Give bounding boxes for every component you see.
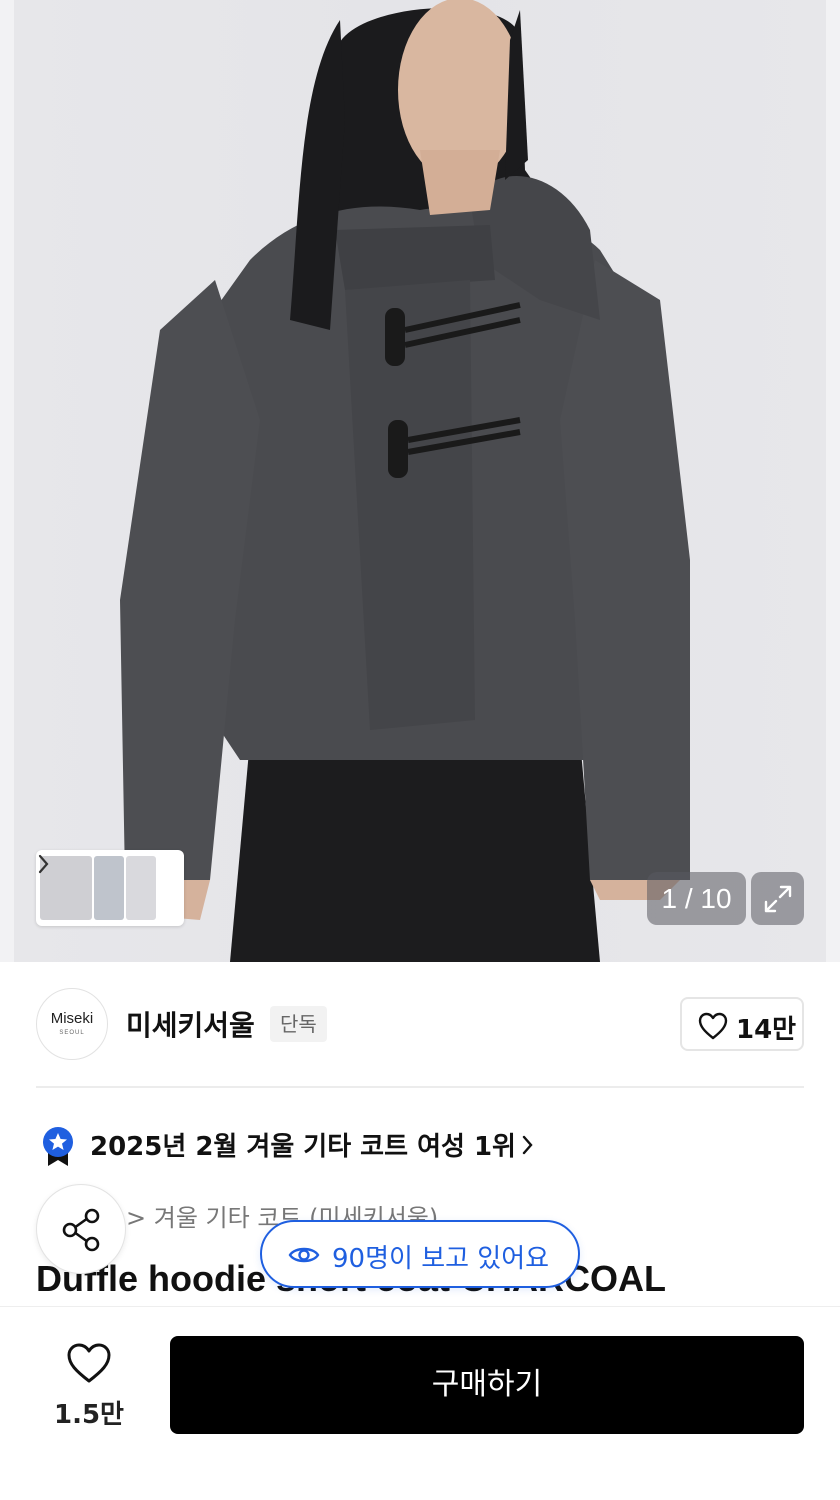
exclusive-badge: 단독 bbox=[270, 1006, 327, 1042]
thumbnail-image[interactable] bbox=[126, 856, 156, 920]
wishlist-button[interactable]: 1.5만 bbox=[36, 1338, 142, 1434]
buy-button[interactable]: 구매하기 bbox=[170, 1336, 804, 1434]
share-icon bbox=[62, 1208, 100, 1252]
product-photo bbox=[120, 0, 690, 962]
brand-name[interactable]: 미세키서울 bbox=[126, 1004, 255, 1044]
viewers-text: 90명이 보고 있어요 bbox=[332, 1244, 550, 1274]
rank-badge-icon bbox=[43, 1127, 73, 1166]
divider bbox=[36, 1086, 804, 1088]
chevron-right-icon[interactable] bbox=[36, 850, 52, 878]
product-image[interactable]: 1 / 10 bbox=[0, 0, 840, 962]
brand-logo[interactable]: Miseki SEOUL bbox=[36, 988, 108, 1060]
brand-like-count: 14만 bbox=[736, 1015, 797, 1045]
eye-icon bbox=[288, 1247, 320, 1263]
expand-button[interactable] bbox=[751, 872, 804, 925]
chevron-right-icon[interactable] bbox=[520, 1133, 536, 1157]
thumbnail-image[interactable] bbox=[94, 856, 124, 920]
brand-like-button[interactable]: 14만 bbox=[680, 997, 804, 1051]
image-counter: 1 / 10 bbox=[647, 872, 746, 925]
wishlist-count: 1.5만 bbox=[54, 1400, 124, 1430]
expand-icon bbox=[764, 885, 792, 913]
heart-icon bbox=[67, 1343, 111, 1383]
heart-icon bbox=[698, 1012, 728, 1040]
brand-logo-text: Miseki bbox=[50, 1010, 94, 1027]
thumbnail-strip[interactable] bbox=[36, 850, 184, 926]
viewers-badge: 90명이 보고 있어요 bbox=[260, 1220, 580, 1288]
ranking-text[interactable]: 2025년 2월 겨울 기타 코트 여성 1위 bbox=[90, 1126, 516, 1163]
brand-logo-subtext: SEOUL bbox=[59, 1030, 85, 1036]
share-button[interactable] bbox=[36, 1184, 126, 1274]
